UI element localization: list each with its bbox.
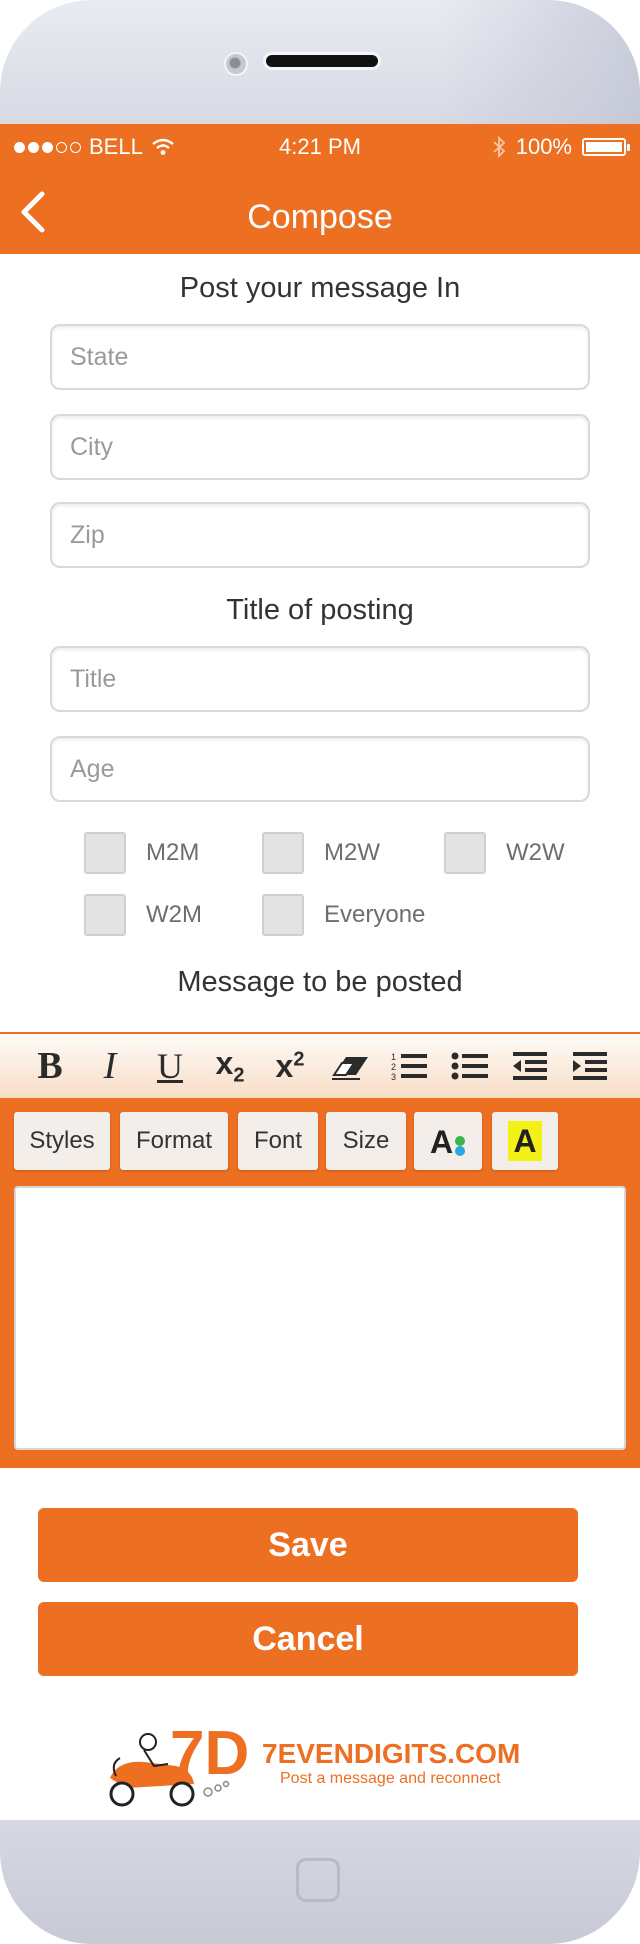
- format-button[interactable]: Format: [120, 1112, 228, 1170]
- styles-button[interactable]: Styles: [14, 1112, 110, 1170]
- state-field[interactable]: [50, 324, 590, 390]
- checkbox-label: W2W: [506, 839, 565, 866]
- brand-name: 7EVENDIGITS.COM: [262, 1738, 521, 1769]
- location-heading: Post your message In: [179, 272, 461, 304]
- nav-bar: Compose: [0, 168, 640, 254]
- checkbox-label: Everyone: [324, 901, 426, 928]
- camera-icon: [224, 52, 248, 76]
- checkbox-w2w[interactable]: W2W: [444, 832, 565, 874]
- editor-toolbar: B I U x2 x2 1 2 3: [0, 1032, 640, 1098]
- svg-text:1: 1: [391, 1052, 396, 1062]
- checkbox-box[interactable]: [84, 832, 126, 874]
- posting-heading: Title of posting: [226, 594, 414, 626]
- phone-bottom-bezel: [0, 1820, 640, 1944]
- bulleted-list-icon[interactable]: [450, 1046, 490, 1086]
- checkbox-label: M2M: [146, 839, 200, 866]
- editor-panel: Styles Format Font Size A A: [0, 1098, 640, 1468]
- message-editor[interactable]: [14, 1186, 626, 1450]
- scooter-logo-icon: 7D: [109, 1719, 249, 1807]
- home-button[interactable]: [296, 1858, 340, 1902]
- message-heading: Message to be posted: [177, 966, 463, 998]
- text-color-icon[interactable]: A: [414, 1112, 482, 1170]
- checkbox-box[interactable]: [444, 832, 486, 874]
- status-right: 100%: [492, 134, 630, 160]
- phone-frame: BELL 4:21 PM 100% Compose Post your mess…: [0, 0, 640, 1944]
- checkbox-m2w[interactable]: M2W: [262, 832, 380, 874]
- outdent-icon[interactable]: [510, 1046, 550, 1086]
- numbered-list-icon[interactable]: 1 2 3: [390, 1046, 430, 1086]
- checkbox-everyone[interactable]: Everyone: [262, 894, 425, 936]
- checkbox-box[interactable]: [84, 894, 126, 936]
- title-field[interactable]: [50, 646, 590, 712]
- svg-text:A: A: [430, 1124, 453, 1159]
- brand-tagline: Post a message and reconnect: [280, 1770, 501, 1787]
- bold-icon[interactable]: B: [30, 1045, 70, 1087]
- save-button[interactable]: Save: [38, 1508, 578, 1582]
- checkbox-m2m[interactable]: M2M: [84, 832, 199, 874]
- checkbox-w2m[interactable]: W2M: [84, 894, 202, 936]
- battery-percent: 100%: [515, 134, 572, 159]
- age-field[interactable]: [50, 736, 590, 802]
- checkbox-box[interactable]: [262, 832, 304, 874]
- superscript-icon[interactable]: x2: [270, 1046, 310, 1086]
- speaker-icon: [266, 55, 378, 67]
- page-title: Compose: [247, 198, 393, 236]
- bezel-gloss: [440, 0, 640, 124]
- italic-icon[interactable]: I: [90, 1045, 130, 1087]
- status-bar: BELL 4:21 PM 100%: [0, 124, 640, 168]
- underline-icon[interactable]: U: [150, 1046, 190, 1086]
- font-button[interactable]: Font: [238, 1112, 318, 1170]
- cancel-button[interactable]: Cancel: [38, 1602, 578, 1676]
- city-field[interactable]: [50, 414, 590, 480]
- battery-icon: [582, 138, 630, 156]
- brand-logo: 7D 7EVENDIGITS.COM Post a message and re…: [98, 1714, 558, 1810]
- subscript-icon[interactable]: x2: [210, 1045, 250, 1086]
- zip-field[interactable]: [50, 502, 590, 568]
- checkbox-box[interactable]: [262, 894, 304, 936]
- indent-icon[interactable]: [570, 1046, 610, 1086]
- eraser-icon[interactable]: [330, 1046, 370, 1086]
- bluetooth-icon: [493, 136, 506, 158]
- checkbox-label: M2W: [324, 839, 380, 866]
- svg-text:3: 3: [391, 1072, 396, 1082]
- highlight-color-icon[interactable]: A: [492, 1112, 558, 1170]
- checkbox-label: W2M: [146, 901, 202, 928]
- svg-text:2: 2: [391, 1062, 396, 1072]
- size-button[interactable]: Size: [326, 1112, 406, 1170]
- phone-top-bezel: [0, 0, 640, 124]
